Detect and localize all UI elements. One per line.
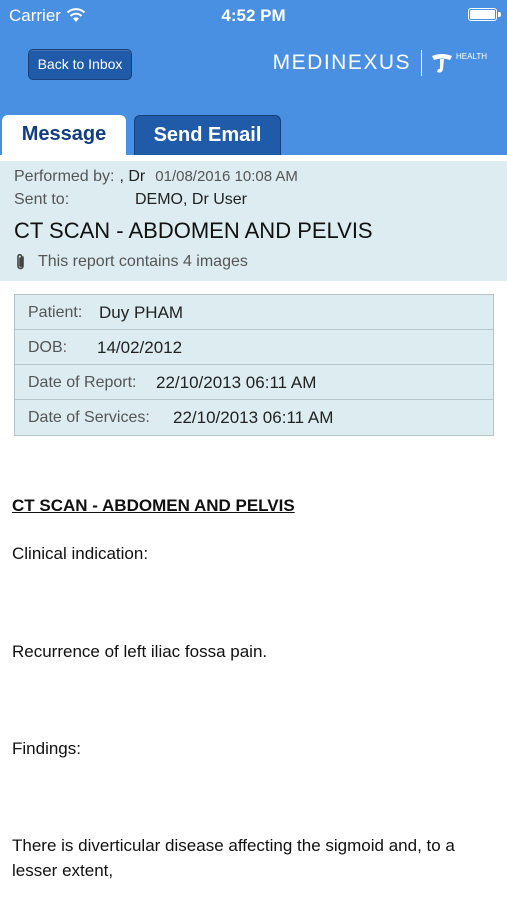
paperclip-icon [17, 253, 24, 270]
performed-by-line: Performed by:, Dr 01/08/2016 10:08 AM [14, 168, 298, 186]
patient-value: Duy PHAM [99, 303, 184, 322]
performed-date: 01/08/2016 10:08 AM [155, 168, 298, 185]
date-of-services-value: 22/10/2013 06:11 AM [173, 408, 334, 427]
report-header-title: CT SCAN - ABDOMEN AND PELVIS [14, 218, 373, 243]
top-bar: Carrier 4:52 PM Back to Inbox MEDINEXUS … [0, 0, 507, 155]
tab-send-email[interactable]: Send Email [134, 115, 281, 155]
sent-to-value: DEMO, Dr User [135, 191, 247, 208]
findings-label: Findings: [12, 739, 81, 758]
status-bar: Carrier 4:52 PM [0, 0, 507, 30]
back-to-inbox-button[interactable]: Back to Inbox [28, 49, 132, 80]
clinical-indication-label: Clinical indication: [12, 544, 149, 563]
performed-by-label: Performed by: [14, 168, 115, 185]
report-header: Performed by:, Dr 01/08/2016 10:08 AM Sen… [0, 161, 507, 281]
report-title: CT SCAN - ABDOMEN AND PELVIS [12, 496, 295, 515]
patient-details-table: Patient: Duy PHAM DOB: 14/02/2012 Date o… [14, 294, 494, 436]
logo-text: MEDINEXUS [272, 51, 412, 74]
findings-text: There is diverticular disease affecting … [12, 836, 455, 880]
logo-subtext: HEALTH [456, 51, 487, 61]
table-row: DOB: 14/02/2012 [15, 330, 493, 365]
tab-message[interactable]: Message [2, 115, 126, 155]
attachments-text: This report contains 4 images [38, 253, 248, 270]
battery-icon [468, 8, 501, 21]
dob-value: 14/02/2012 [97, 338, 183, 357]
sent-to-line: Sent to: DEMO, Dr User [14, 191, 247, 209]
table-row: Date of Report: 22/10/2013 06:11 AM [15, 365, 493, 400]
table-row: Patient: Duy PHAM [15, 295, 493, 330]
dob-label: DOB: [28, 339, 68, 356]
date-of-report-value: 22/10/2013 06:11 AM [156, 373, 317, 392]
attachments-line[interactable]: This report contains 4 images [14, 253, 248, 271]
date-of-report-label: Date of Report: [28, 374, 137, 391]
date-of-services-label: Date of Services: [28, 409, 150, 426]
logo-divider [421, 50, 423, 76]
clock: 4:52 PM [221, 6, 286, 25]
sent-to-label: Sent to: [14, 191, 70, 208]
performed-by-value: , Dr [119, 168, 146, 185]
clinical-indication-text: Recurrence of left iliac fossa pain. [12, 642, 268, 661]
medinexus-logo: MEDINEXUS HEALTH [273, 49, 487, 77]
table-row: Date of Services: 22/10/2013 06:11 AM [15, 400, 493, 435]
telstra-t-icon [432, 54, 453, 73]
patient-label: Patient: [28, 304, 83, 321]
